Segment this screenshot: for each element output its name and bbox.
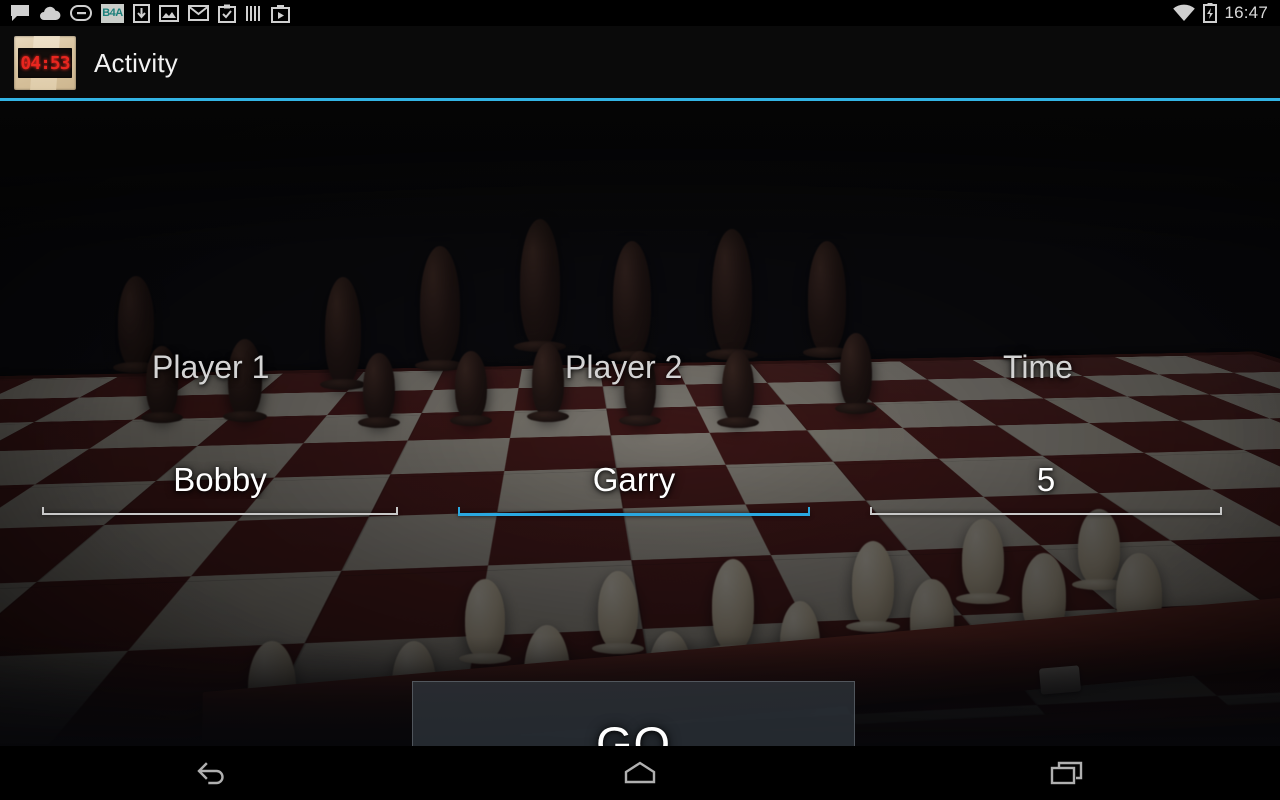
action-bar: 04:53 Activity (0, 26, 1280, 100)
underline-player1 (42, 507, 398, 515)
action-bar-divider (0, 98, 1280, 101)
recents-icon (1050, 761, 1082, 785)
play-box-icon (271, 4, 290, 23)
label-time: Time (1003, 349, 1073, 385)
hangouts-icon (70, 4, 92, 21)
android-screen: B4A 16:47 04:53 Activity Player 1 Bobby … (0, 0, 1280, 800)
back-arrow-icon (197, 762, 225, 785)
gmail-envelope-icon (188, 5, 209, 21)
form-container: Player 1 Player 2 Time GO (0, 101, 1280, 800)
status-bar-notification-icons: B4A (0, 3, 290, 23)
battery-charging-icon (1203, 3, 1218, 23)
message-icon (11, 5, 29, 21)
nav-home-button[interactable] (580, 746, 700, 800)
nav-back-button[interactable] (153, 746, 273, 800)
wifi-icon (1173, 4, 1196, 22)
clock-lcd-display: 04:53 (18, 48, 72, 78)
clock-lcd-text: 04:53 (20, 52, 70, 74)
page-title: Activity (94, 47, 178, 78)
chess-clock-icon[interactable]: 04:53 (14, 36, 76, 90)
status-bar-system-icons: 16:47 (1172, 3, 1280, 23)
input-player2[interactable] (458, 461, 810, 499)
clipboard-check-icon (218, 4, 236, 23)
label-player2: Player 2 (565, 349, 683, 385)
status-bar-clock: 16:47 (1224, 3, 1268, 22)
input-player1[interactable] (42, 461, 398, 499)
underline-time (870, 507, 1222, 515)
nav-recents-button[interactable] (1007, 746, 1127, 800)
cloud-upload-icon (40, 6, 61, 20)
navigation-bar (0, 746, 1280, 800)
download-icon (133, 3, 150, 23)
underline-player2 (458, 507, 810, 516)
image-icon (159, 4, 179, 22)
label-player1: Player 1 (152, 349, 270, 385)
home-icon (624, 761, 656, 784)
input-time[interactable] (870, 461, 1222, 499)
b4a-icon: B4A (101, 3, 124, 23)
barcode-icon (246, 5, 260, 21)
status-bar: B4A 16:47 (0, 0, 1280, 26)
